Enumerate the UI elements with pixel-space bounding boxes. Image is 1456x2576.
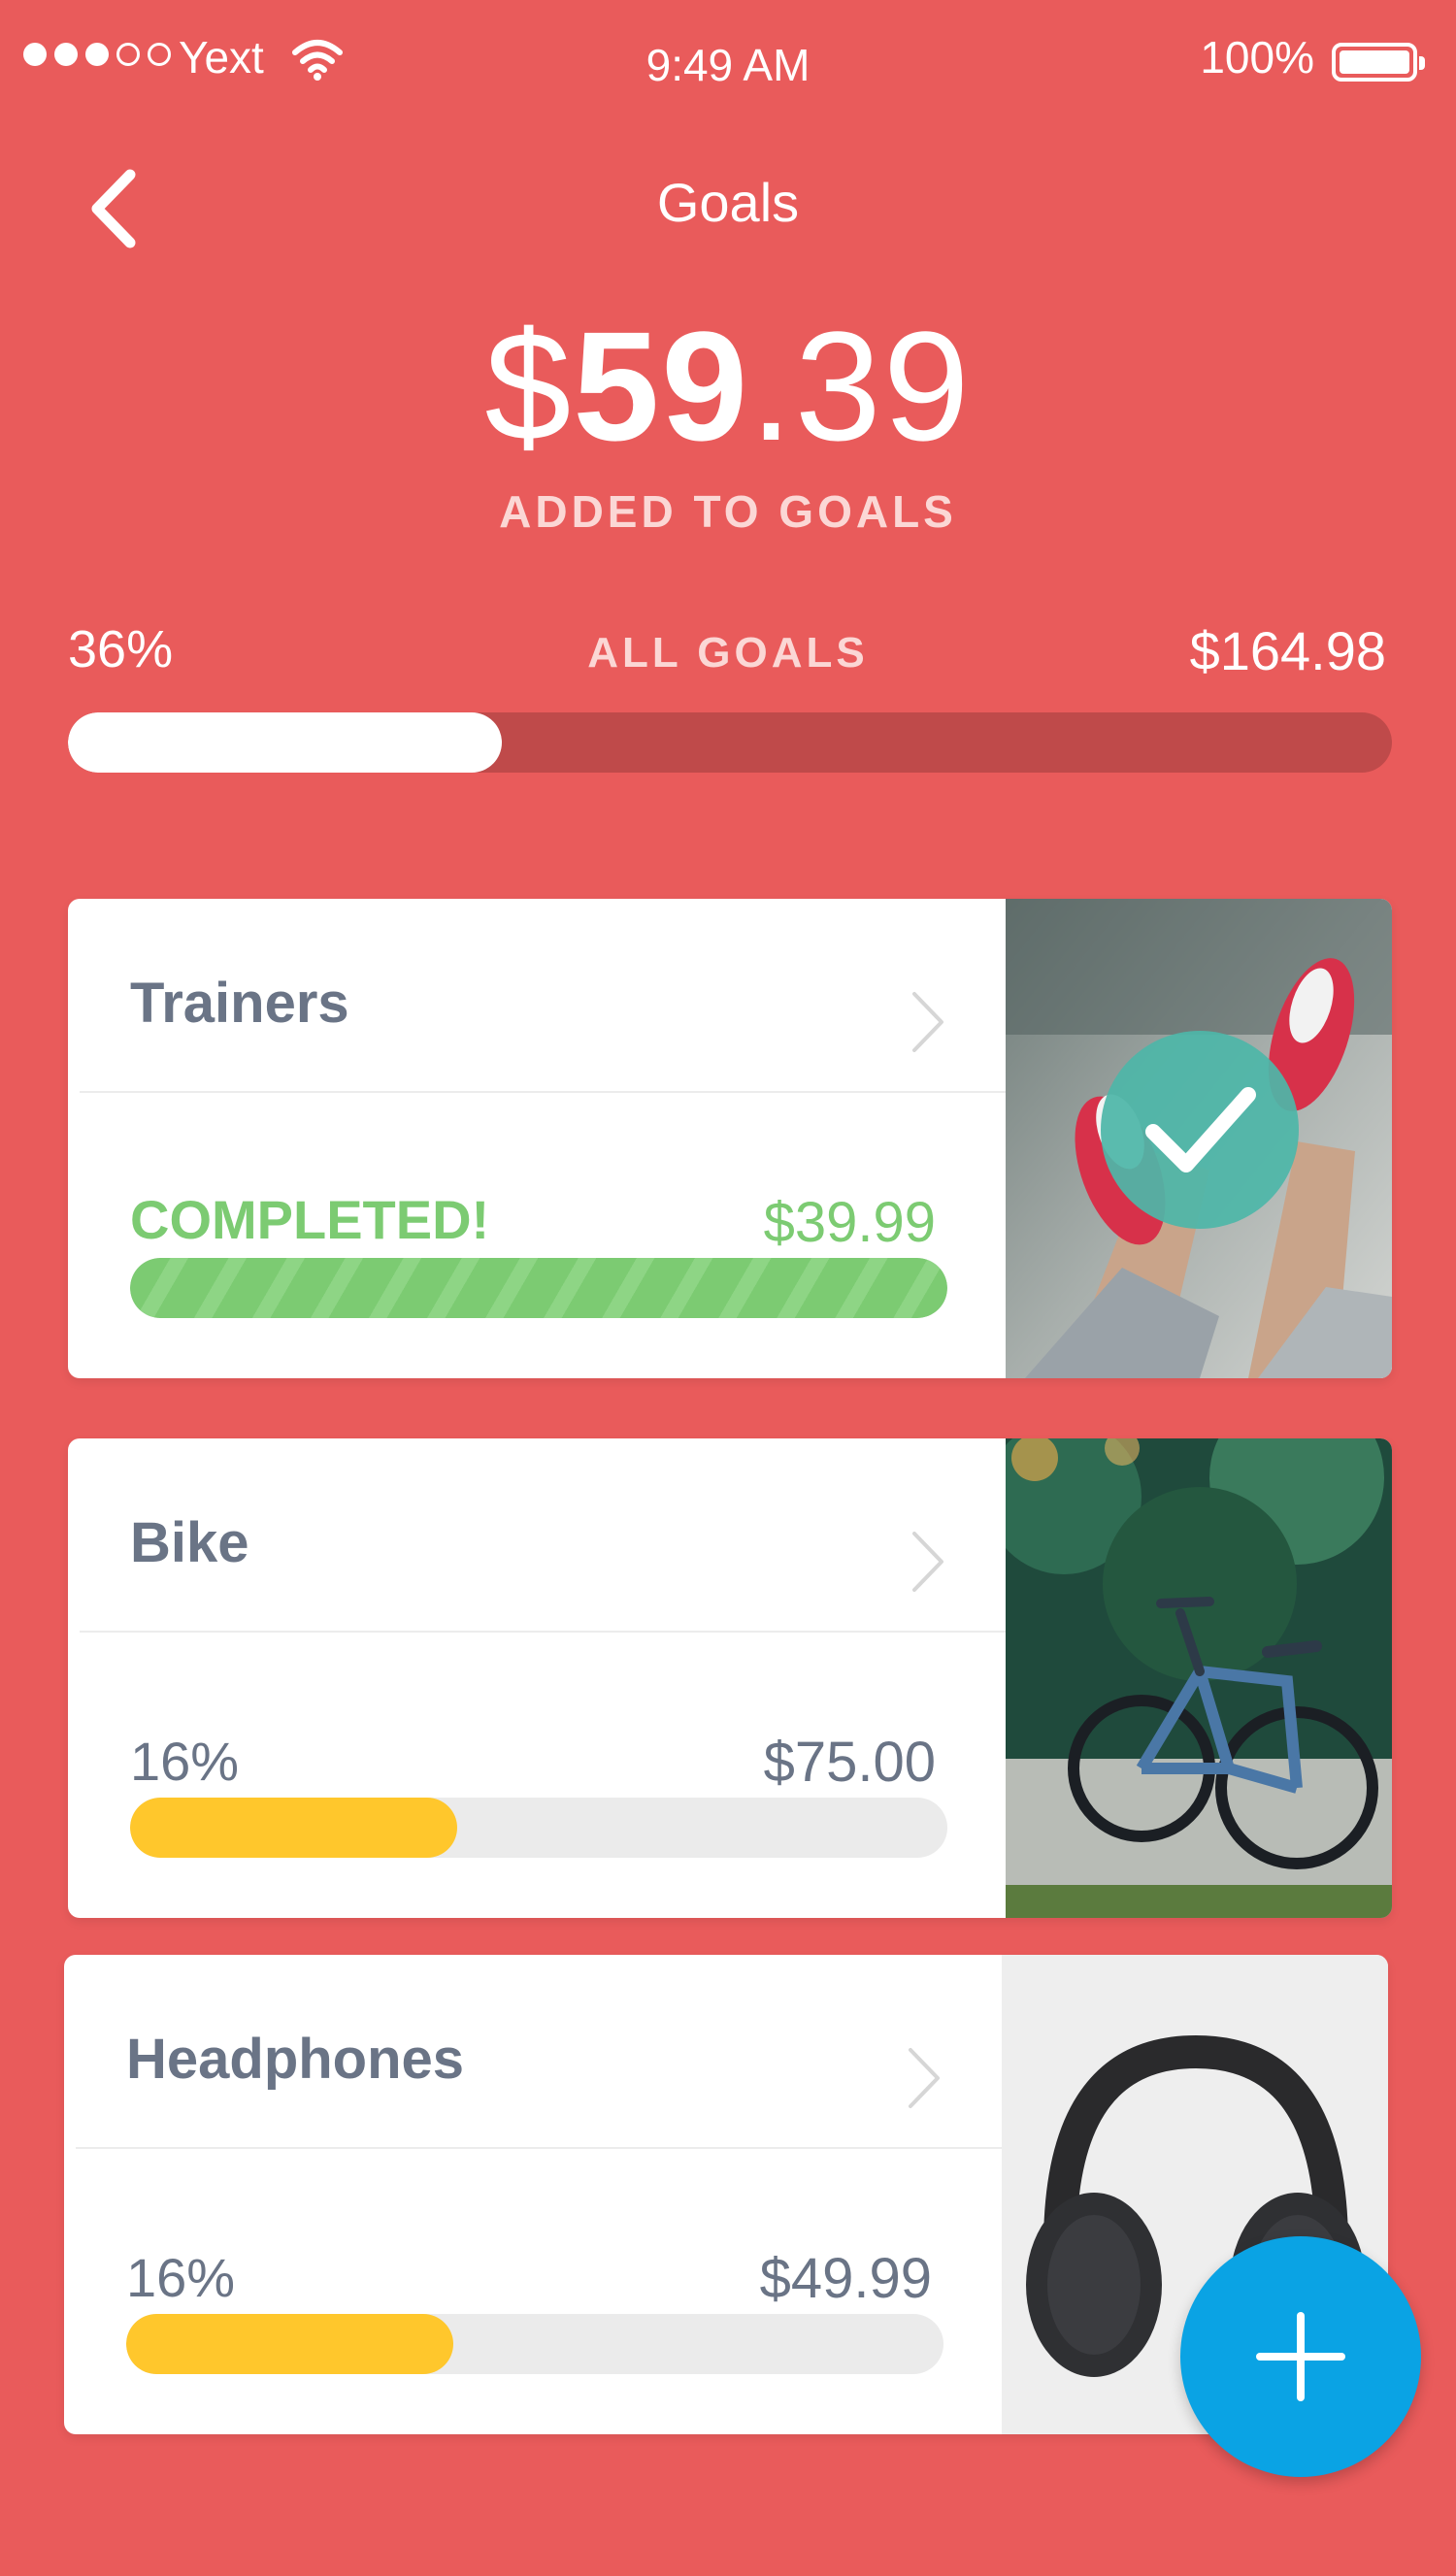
goal-progress-fill	[130, 1798, 457, 1858]
chevron-right-icon[interactable]	[903, 2044, 945, 2112]
goal-amount: $75.00	[763, 1731, 936, 1794]
overall-total: $164.98	[1189, 620, 1386, 681]
goal-progress-bar	[130, 1258, 947, 1318]
check-badge	[1101, 1031, 1299, 1229]
total-added-amount: $59.39	[0, 309, 1456, 464]
currency-symbol: $	[484, 299, 574, 473]
goal-percent: 16%	[126, 2247, 236, 2308]
chevron-right-icon[interactable]	[907, 988, 949, 1056]
goal-percent: 16%	[130, 1731, 240, 1792]
goal-card-bike[interactable]: Bike 16% $75.00	[68, 1438, 1392, 1918]
goal-status: COMPLETED!	[130, 1189, 490, 1250]
chevron-right-icon[interactable]	[907, 1528, 949, 1596]
total-added-label: ADDED TO GOALS	[499, 486, 957, 537]
goal-progress-bar	[130, 1798, 947, 1858]
status-bar: Yext 9:49 AM 100%	[0, 0, 1456, 116]
amount-cents: .39	[749, 299, 972, 473]
battery-icon	[1332, 43, 1425, 82]
divider	[80, 1091, 1006, 1093]
trainers-photo	[1006, 899, 1392, 1378]
goal-info: Bike 16% $75.00	[68, 1438, 1006, 1918]
goal-info: Trainers COMPLETED! $39.99	[68, 899, 1006, 1378]
goal-amount: $39.99	[763, 1191, 936, 1254]
goal-progress-fill	[126, 2314, 453, 2374]
goal-info: Headphones 16% $49.99	[64, 1955, 1002, 2434]
goal-name: Headphones	[126, 2028, 465, 2091]
goal-progress-fill	[130, 1258, 947, 1318]
goal-card-trainers[interactable]: Trainers COMPLETED! $39.99	[68, 899, 1392, 1378]
goal-progress-bar	[126, 2314, 943, 2374]
goal-name: Trainers	[130, 972, 349, 1035]
battery-percent: 100%	[1200, 32, 1314, 83]
amount-main: 59	[573, 299, 750, 473]
goal-amount: $49.99	[759, 2247, 932, 2310]
overall-progress-bar	[68, 712, 1392, 773]
bike-photo	[1006, 1438, 1392, 1918]
overall-progress-fill	[68, 712, 502, 773]
divider	[80, 1631, 1006, 1633]
add-goal-button[interactable]	[1180, 2236, 1421, 2477]
divider	[76, 2147, 1002, 2149]
page-title: Goals	[656, 172, 800, 233]
goal-name: Bike	[130, 1511, 249, 1574]
